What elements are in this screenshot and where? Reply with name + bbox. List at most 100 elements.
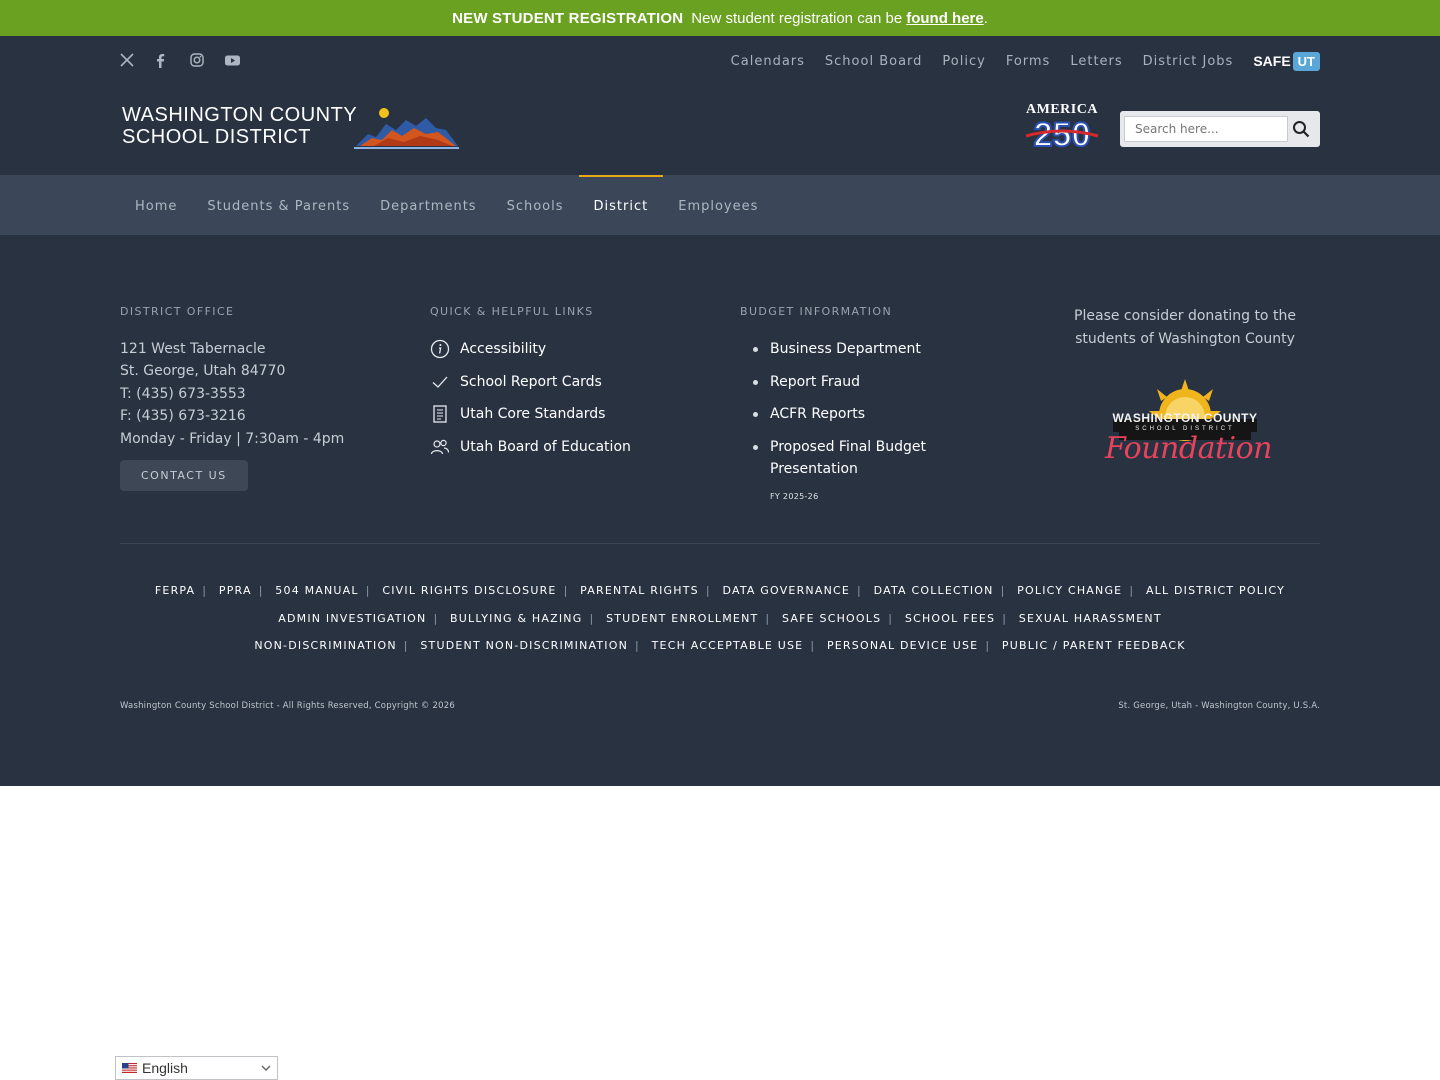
phone-line: T: (435) 673-3553 (120, 385, 246, 402)
quick-link-label: Utah Core Standards (460, 406, 606, 422)
quick-link-label: School Report Cards (460, 373, 602, 390)
nav-item-home[interactable]: Home (120, 175, 192, 235)
legal-links-row: NON-DISCRIMINATION | STUDENT NON-DISCRIMI… (254, 639, 1186, 652)
america-250-logo: AMERICA 250 (1024, 102, 1100, 156)
quick-link-utah-board-of-education[interactable]: Utah Board of Education (430, 436, 710, 458)
utility-link-forms[interactable]: Forms (1006, 54, 1051, 69)
safeut-ut-text: UT (1292, 51, 1320, 71)
announcement-title: NEW STUDENT REGISTRATION (452, 9, 684, 27)
budget-link-acfr-reports[interactable]: ACFR Reports (770, 403, 865, 425)
budget-heading: BUDGET INFORMATION (740, 305, 893, 318)
legal-link-bullying-hazing[interactable]: BULLYING & HAZING (450, 612, 582, 625)
nav-item-departments[interactable]: Departments (365, 175, 491, 235)
budget-link-proposed-final-budget[interactable]: Proposed Final Budget Presentation (770, 436, 960, 480)
donate-column: Please consider donating to the students… (1050, 305, 1320, 473)
bullet-icon (740, 403, 770, 425)
utility-link-policy[interactable]: Policy (942, 54, 985, 69)
legal-link-school-fees[interactable]: SCHOOL FEES (905, 612, 995, 625)
announcement-link[interactable]: found here (906, 10, 984, 27)
site-header: Calendars School Board Policy Forms Lett… (0, 36, 1440, 175)
list-item: Business Department (740, 338, 980, 360)
fiscal-year-note: FY 2025-26 (770, 491, 819, 501)
nav-item-district[interactable]: District (578, 175, 664, 235)
legal-link-non-discrimination[interactable]: NON-DISCRIMINATION (254, 639, 396, 652)
america-250-text: AMERICA (1026, 102, 1098, 117)
budget-link-business-department[interactable]: Business Department (770, 338, 921, 360)
legal-link-civil-rights-disclosure[interactable]: CIVIL RIGHTS DISCLOSURE (382, 584, 556, 597)
legal-link-student-non-discrimination[interactable]: STUDENT NON-DISCRIMINATION (420, 639, 628, 652)
search-icon (1293, 121, 1310, 138)
bullet-icon (740, 338, 770, 360)
legal-links: FERPA | PPRA | 504 MANUAL | CIVIL RIGHTS DI… (120, 580, 1320, 663)
site-footer: DISTRICT OFFICE 121 West Tabernacle St. … (0, 235, 1440, 786)
mountain-sun-icon (354, 108, 459, 149)
utility-link-district-jobs[interactable]: District Jobs (1143, 54, 1234, 69)
youtube-icon[interactable] (225, 52, 260, 68)
legal-link-ppra[interactable]: PPRA (219, 584, 252, 597)
address-line: 121 West Tabernacle (120, 341, 266, 357)
legal-link-personal-device-use[interactable]: PERSONAL DEVICE USE (827, 639, 978, 652)
utility-link-calendars[interactable]: Calendars (731, 54, 805, 69)
district-office-address: 121 West Tabernacle St. George, Utah 847… (120, 338, 400, 450)
facebook-icon[interactable] (155, 52, 190, 68)
district-office-heading: DISTRICT OFFICE (120, 305, 235, 318)
legal-link-student-enrollment[interactable]: STUDENT ENROLLMENT (606, 612, 758, 625)
nav-item-students-parents[interactable]: Students & Parents (192, 175, 365, 235)
contact-us-button[interactable]: CONTACT US (120, 460, 248, 492)
budget-information-column: BUDGET INFORMATION Business Department R… (740, 305, 980, 518)
legal-link-admin-investigation[interactable]: ADMIN INVESTIGATION (278, 612, 426, 625)
utility-link-school-board[interactable]: School Board (825, 54, 923, 69)
us-flag-icon (122, 1063, 137, 1073)
quick-link-utah-core-standards[interactable]: Utah Core Standards (430, 403, 710, 425)
checkmark-icon (430, 372, 460, 392)
legal-link-504-manual[interactable]: 504 MANUAL (275, 584, 358, 597)
hours-line: Monday - Friday | 7:30am - 4pm (120, 430, 345, 447)
utility-link-letters[interactable]: Letters (1070, 54, 1122, 69)
chevron-down-icon (261, 1065, 271, 1071)
quick-link-school-report-cards[interactable]: School Report Cards (430, 371, 710, 393)
district-logo[interactable]: WASHINGTON COUNTY SCHOOL DISTRICT (122, 104, 462, 154)
utility-nav: Calendars School Board Policy Forms Lett… (711, 49, 1320, 73)
language-select[interactable]: English (115, 1056, 278, 1080)
social-links (120, 52, 260, 68)
legal-links-row: FERPA | PPRA | 504 MANUAL | CIVIL RIGHTS DI… (154, 584, 1286, 597)
legal-link-public-parent-feedback[interactable]: PUBLIC / PARENT FEEDBACK (1002, 639, 1186, 652)
bullet-icon (740, 371, 770, 393)
instagram-icon[interactable] (190, 52, 225, 68)
safeut-logo[interactable]: SAFE UT (1253, 49, 1320, 73)
legal-link-tech-acceptable-use[interactable]: TECH ACCEPTABLE USE (652, 639, 804, 652)
donate-text: Please consider donating to the students… (1074, 308, 1296, 347)
quick-link-accessibility[interactable]: Accessibility (430, 338, 710, 360)
nav-item-schools[interactable]: Schools (492, 175, 579, 235)
location-text: St. George, Utah - Washington County, U.… (1118, 701, 1320, 711)
legal-links-row: ADMIN INVESTIGATION | BULLYING & HAZING | … (278, 611, 1162, 625)
announcement-text: New student registration can be (691, 9, 903, 27)
budget-link-report-fraud[interactable]: Report Fraud (770, 371, 860, 393)
foundation-logo-line-3: Foundation (1105, 431, 1273, 466)
list-item: ACFR Reports (740, 403, 980, 425)
legal-link-data-governance[interactable]: DATA GOVERNANCE (722, 584, 850, 597)
search-input[interactable] (1124, 116, 1288, 142)
district-office-column: DISTRICT OFFICE 121 West Tabernacle St. … (120, 305, 400, 492)
quick-links-heading: QUICK & HELPFUL LINKS (430, 305, 594, 318)
x-icon[interactable] (120, 52, 155, 68)
legal-link-sexual-harassment[interactable]: SEXUAL HARASSMENT (1019, 612, 1162, 625)
document-icon (430, 404, 460, 424)
legal-link-data-collection[interactable]: DATA COLLECTION (874, 584, 994, 597)
legal-link-safe-schools[interactable]: SAFE SCHOOLS (782, 612, 881, 625)
search-box (1120, 111, 1320, 147)
footer-divider (120, 543, 1320, 544)
users-icon (430, 437, 460, 457)
quick-link-label: Accessibility (460, 341, 547, 357)
legal-link-parental-rights[interactable]: PARENTAL RIGHTS (580, 584, 699, 597)
legal-link-ferpa[interactable]: FERPA (155, 584, 195, 597)
quick-link-label: Utah Board of Education (460, 438, 631, 455)
bullet-icon (740, 436, 770, 508)
search-button[interactable] (1288, 116, 1314, 142)
language-label: English (142, 1060, 188, 1076)
legal-link-all-district-policy[interactable]: ALL DISTRICT POLICY (1146, 584, 1285, 597)
america-250-graphic: 250 (1025, 115, 1099, 155)
foundation-logo[interactable]: WASHINGTON COUNTY SCHOOL DISTRICT Founda… (1105, 373, 1273, 473)
legal-link-policy-change[interactable]: POLICY CHANGE (1017, 584, 1122, 597)
nav-item-employees[interactable]: Employees (663, 175, 773, 235)
